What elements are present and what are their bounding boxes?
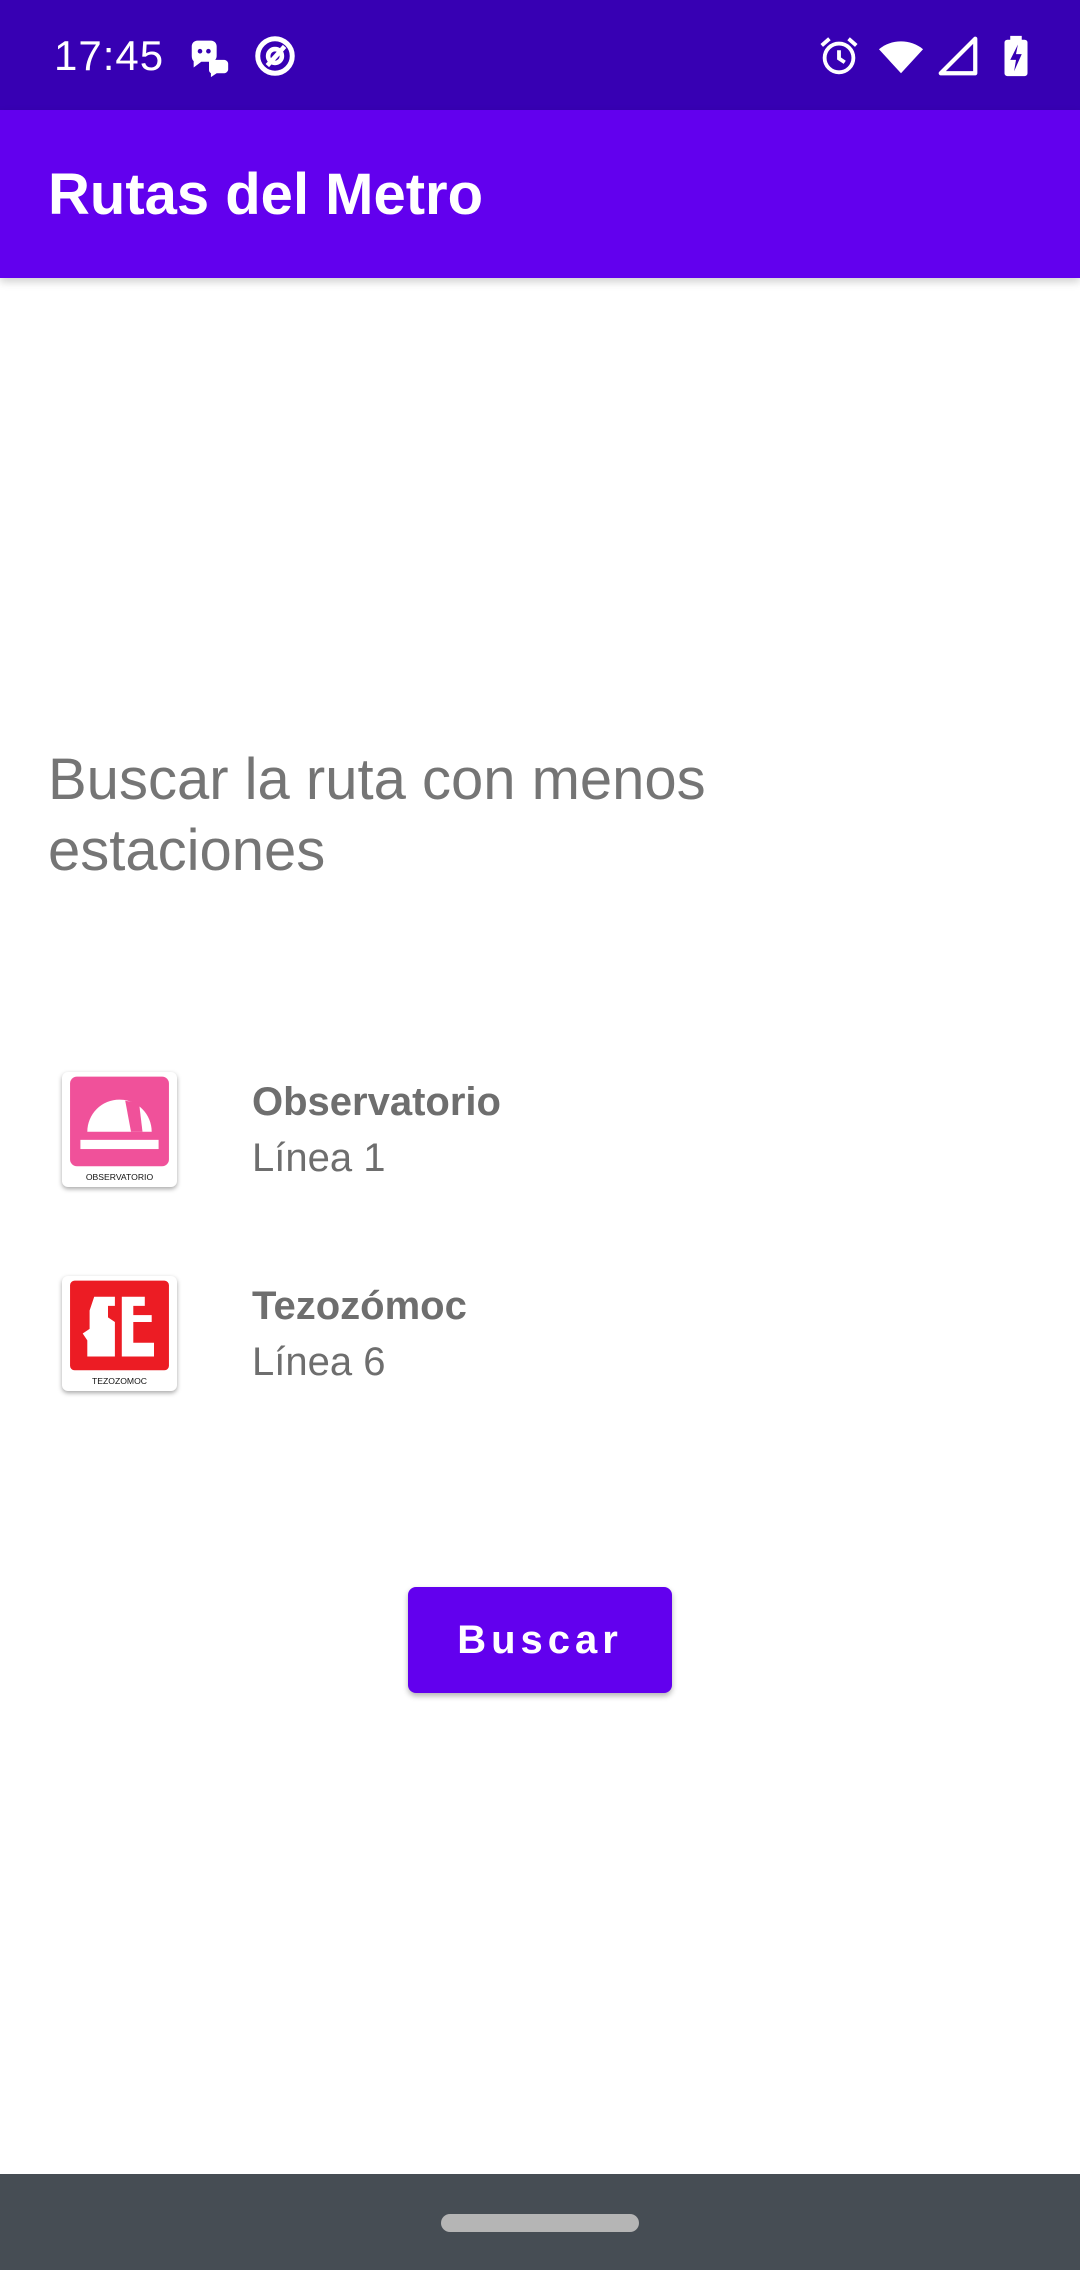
destination-station-item[interactable]: TEZOZOMOC Tezozómoc Línea 6 — [0, 1276, 1080, 1406]
assistant-icon — [252, 33, 298, 79]
status-time: 17:45 — [54, 32, 165, 79]
station-name: Tezozómoc — [252, 1284, 467, 1328]
station-line: Línea 6 — [252, 1340, 386, 1384]
tezozomoc-icon: TEZOZOMOC — [62, 1276, 177, 1391]
alarm-icon — [816, 33, 862, 79]
search-prompt: Buscar la ruta con menos estaciones — [48, 747, 706, 883]
station-name: Observatorio — [252, 1080, 501, 1124]
observatory-logo-caption: OBSERVATORIO — [86, 1172, 154, 1182]
battery-charging-icon — [993, 33, 1039, 79]
wifi-icon — [878, 33, 924, 79]
tezozomoc-logo-caption: TEZOZOMOC — [92, 1376, 147, 1386]
cell-signal-icon — [935, 33, 981, 79]
navigation-bar — [0, 2174, 1080, 2270]
search-button[interactable]: Buscar — [408, 1587, 672, 1693]
screen: 17:45 Rutas del Metro Buscar la ruta con… — [0, 0, 1080, 2270]
origin-station-item[interactable]: OBSERVATORIO Observatorio Línea 1 — [0, 1072, 1080, 1202]
status-bar: 17:45 — [0, 0, 1080, 110]
observatory-icon: OBSERVATORIO — [62, 1072, 177, 1187]
discord-notification-icon — [186, 33, 232, 79]
station-line: Línea 1 — [252, 1136, 386, 1180]
app-title: Rutas del Metro — [48, 162, 484, 227]
home-gesture-handle[interactable] — [441, 2214, 639, 2232]
app-bar: Rutas del Metro — [0, 110, 1080, 278]
